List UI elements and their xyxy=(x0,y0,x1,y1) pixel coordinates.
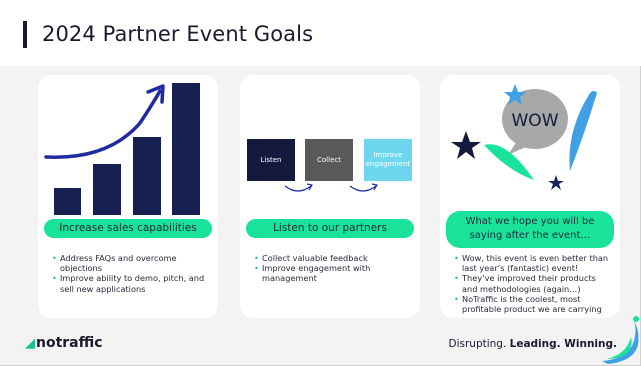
list-item: Collect valuable feedback xyxy=(254,253,412,263)
bullets-sales: Address FAQs and overcome objections Imp… xyxy=(52,253,210,294)
logo-mark-icon: ◢ xyxy=(25,336,35,351)
star-icon xyxy=(548,175,564,190)
list-item: Wow, this event is even better than last… xyxy=(454,253,612,273)
growth-bar-4 xyxy=(172,83,200,215)
pill-sales: Increase sales capabilities xyxy=(44,219,212,238)
corner-swoosh-icon xyxy=(602,316,639,364)
list-item: NoTraffic is the coolest, most profitabl… xyxy=(454,294,612,314)
growth-bar-2 xyxy=(93,164,121,215)
tagline-prefix: Disrupting. xyxy=(448,338,510,350)
slide: 2024 Partner Event Goals Increase sales … xyxy=(0,0,641,366)
card-sales: Increase sales capabilities Address FAQs… xyxy=(38,75,218,318)
card-partners: Listen Collect Improve engagement Listen… xyxy=(240,75,420,318)
bullets-wow: Wow, this event is even better than last… xyxy=(454,253,612,314)
wow-bubble-text: WOW xyxy=(512,111,559,131)
title-accent-bar xyxy=(23,21,27,48)
list-item: Improve engagement with management xyxy=(254,263,412,283)
logo-text: notraffic xyxy=(36,335,103,351)
notraffic-logo: ◢notraffic xyxy=(25,335,103,351)
pill-partners: Listen to our partners xyxy=(246,219,414,238)
list-item: They’ve improved their products and meth… xyxy=(454,273,612,293)
green-swoosh-icon xyxy=(484,144,534,180)
slide-title: 2024 Partner Event Goals xyxy=(42,22,314,46)
card-wow: WOW What we hope you will be saying afte… xyxy=(440,75,620,318)
wow-illustration-icon: WOW xyxy=(451,84,597,190)
tagline: Disrupting. Leading. Winning. xyxy=(449,338,618,350)
pill-wow-line1: What we hope you will be xyxy=(465,216,595,227)
bullets-partners: Collect valuable feedback Improve engage… xyxy=(254,253,412,284)
pill-wow: What we hope you will be saying after th… xyxy=(446,211,614,248)
pill-wow-line2: saying after the event… xyxy=(469,230,591,241)
growth-chart-icon xyxy=(44,83,200,215)
flow-arrows-icon xyxy=(284,183,378,192)
blue-swoosh-icon xyxy=(569,91,597,171)
growth-bar-3 xyxy=(133,137,161,215)
list-item: Improve ability to demo, pitch, and sell… xyxy=(52,273,210,293)
title-bar: 2024 Partner Event Goals xyxy=(0,0,641,66)
growth-bar-1 xyxy=(54,188,81,215)
star-icon xyxy=(451,131,481,159)
list-item: Address FAQs and overcome objections xyxy=(52,253,210,273)
